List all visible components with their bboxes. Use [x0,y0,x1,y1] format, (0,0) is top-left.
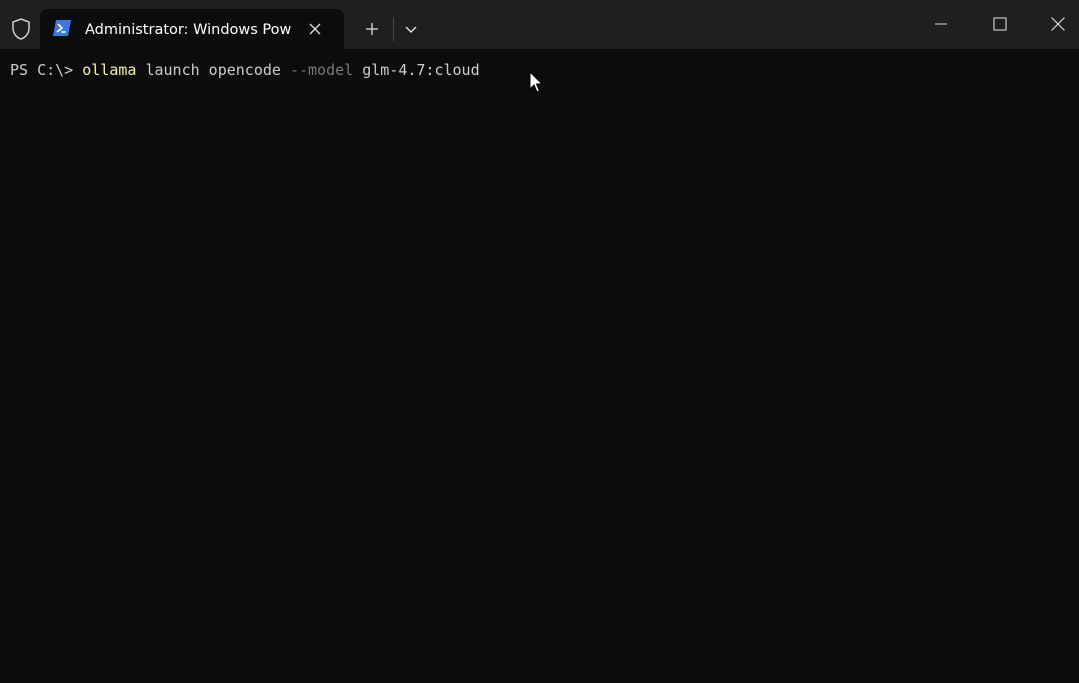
powershell-icon [52,19,72,37]
terminal-output[interactable]: PS C:\> ollama launch opencode --model g… [0,49,1079,683]
maximize-button[interactable] [977,6,1023,42]
tab-powershell[interactable]: Administrator: Windows PowerShell [40,9,344,49]
tab-title: Administrator: Windows PowerShell [85,22,291,38]
maximize-icon [993,17,1007,31]
command-args: launch opencode [136,61,290,79]
close-icon [1051,17,1065,31]
title-bar: Administrator: Windows PowerShell [0,0,1079,49]
shield-icon [8,16,34,42]
new-tab-button[interactable] [357,14,387,44]
command-value: glm-4.7:cloud [353,61,480,79]
prompt: PS C:\> [10,61,83,79]
tab-divider [393,17,394,41]
close-icon[interactable] [306,20,324,38]
terminal-window: Administrator: Windows PowerShell [0,0,1079,683]
command-flag: --model [289,61,354,79]
chevron-down-icon [405,26,417,33]
mouse-cursor-icon [529,70,545,95]
minimize-icon [935,23,947,25]
close-window-button[interactable] [1035,6,1079,42]
minimize-button[interactable] [918,6,964,42]
command-name: ollama [82,61,137,79]
tab-dropdown-button[interactable] [398,14,424,44]
command-line: PS C:\> ollama launch opencode --model g… [10,60,480,80]
plus-icon [366,23,378,35]
